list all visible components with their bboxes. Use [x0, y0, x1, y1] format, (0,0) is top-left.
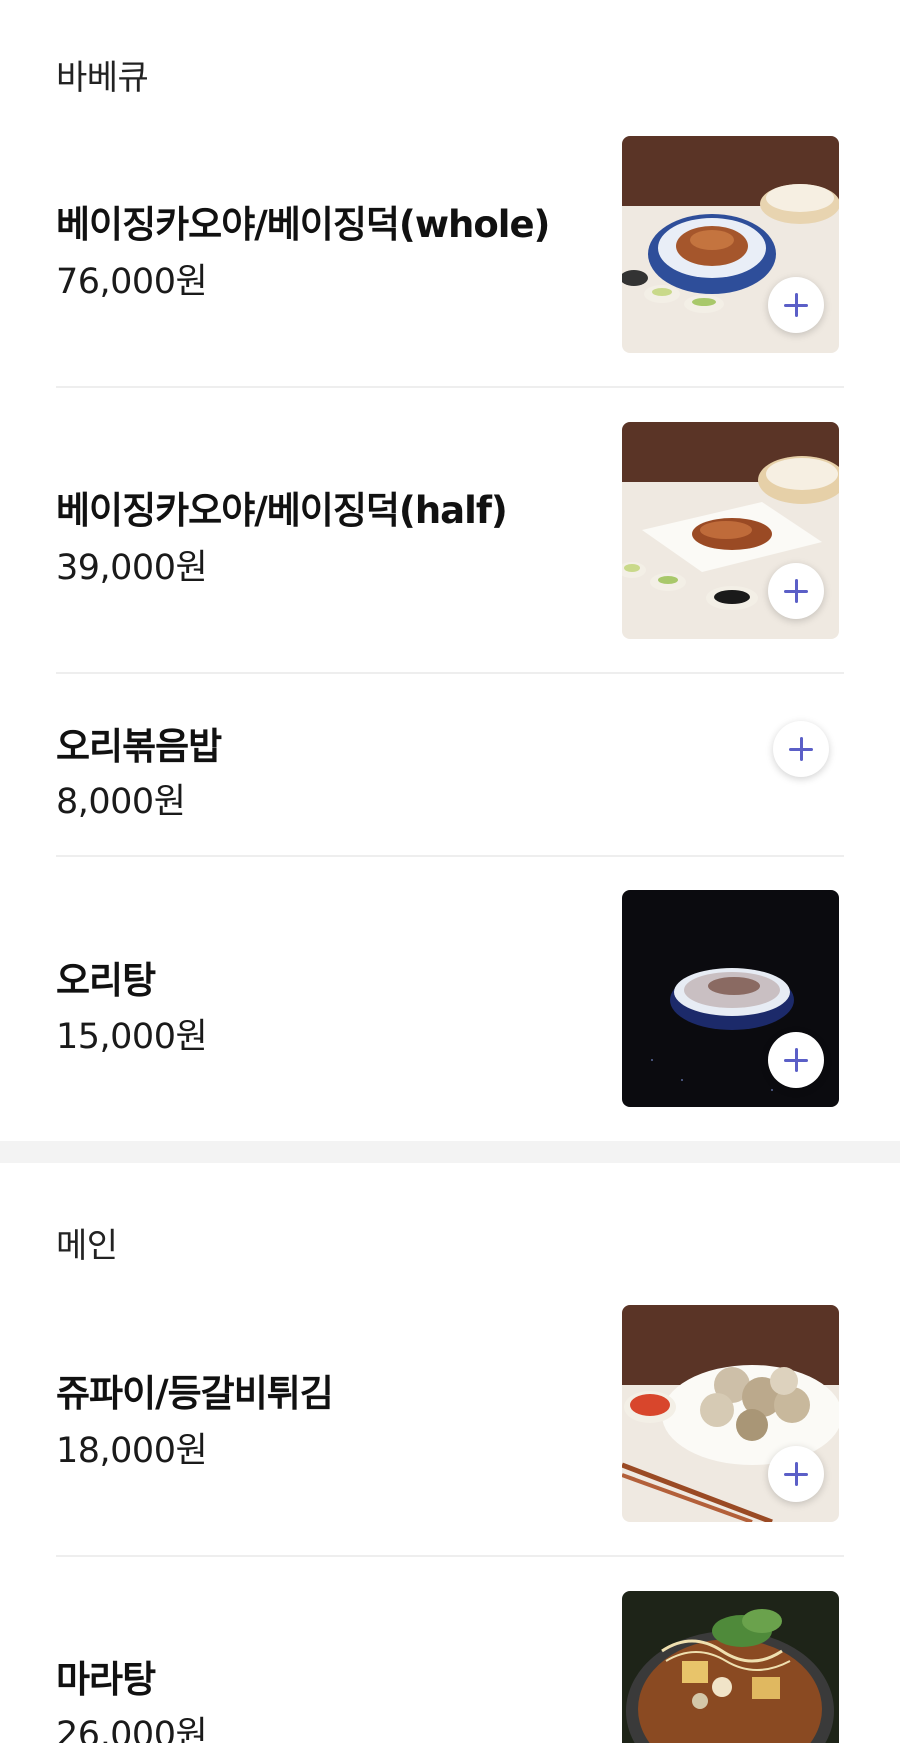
divider	[56, 672, 844, 674]
add-button[interactable]	[768, 1032, 824, 1088]
menu-item-name: 마라탕	[56, 1658, 156, 1701]
add-button[interactable]	[773, 721, 829, 777]
menu-item-price: 15,000원	[56, 1017, 208, 1057]
menu-item-price: 76,000원	[56, 262, 208, 302]
plus-icon	[784, 1048, 808, 1072]
plus-icon	[789, 737, 813, 761]
menu-item-name: 쥬파이/등갈비튀김	[56, 1372, 334, 1415]
menu-item-name: 오리탕	[56, 959, 156, 1002]
add-button[interactable]	[768, 277, 824, 333]
menu-item-name: 오리볶음밥	[56, 725, 222, 768]
menu-item-price: 39,000원	[56, 548, 208, 588]
divider	[56, 386, 844, 388]
divider	[56, 855, 844, 857]
menu-item-price: 18,000원	[56, 1431, 208, 1471]
section-title-barbecue: 바베큐	[56, 58, 149, 98]
add-button[interactable]	[768, 563, 824, 619]
divider	[56, 1555, 844, 1557]
menu-item-price: 8,000원	[56, 782, 186, 822]
menu-item-name: 베이징카오야/베이징덕(half)	[56, 489, 508, 532]
plus-icon	[784, 293, 808, 317]
plus-icon	[784, 579, 808, 603]
section-title-main: 메인	[56, 1226, 118, 1266]
plus-icon	[784, 1462, 808, 1486]
malatang-photo[interactable]	[622, 1591, 839, 1743]
menu-item-price: 26,000원	[56, 1715, 208, 1743]
menu-item-name: 베이징카오야/베이징덕(whole)	[56, 203, 550, 246]
section-separator	[0, 1141, 900, 1163]
add-button[interactable]	[768, 1446, 824, 1502]
menu-page: 바베큐 베이징카오야/베이징덕(whole) 76,000원 베이징카오야/베이…	[0, 0, 900, 1743]
